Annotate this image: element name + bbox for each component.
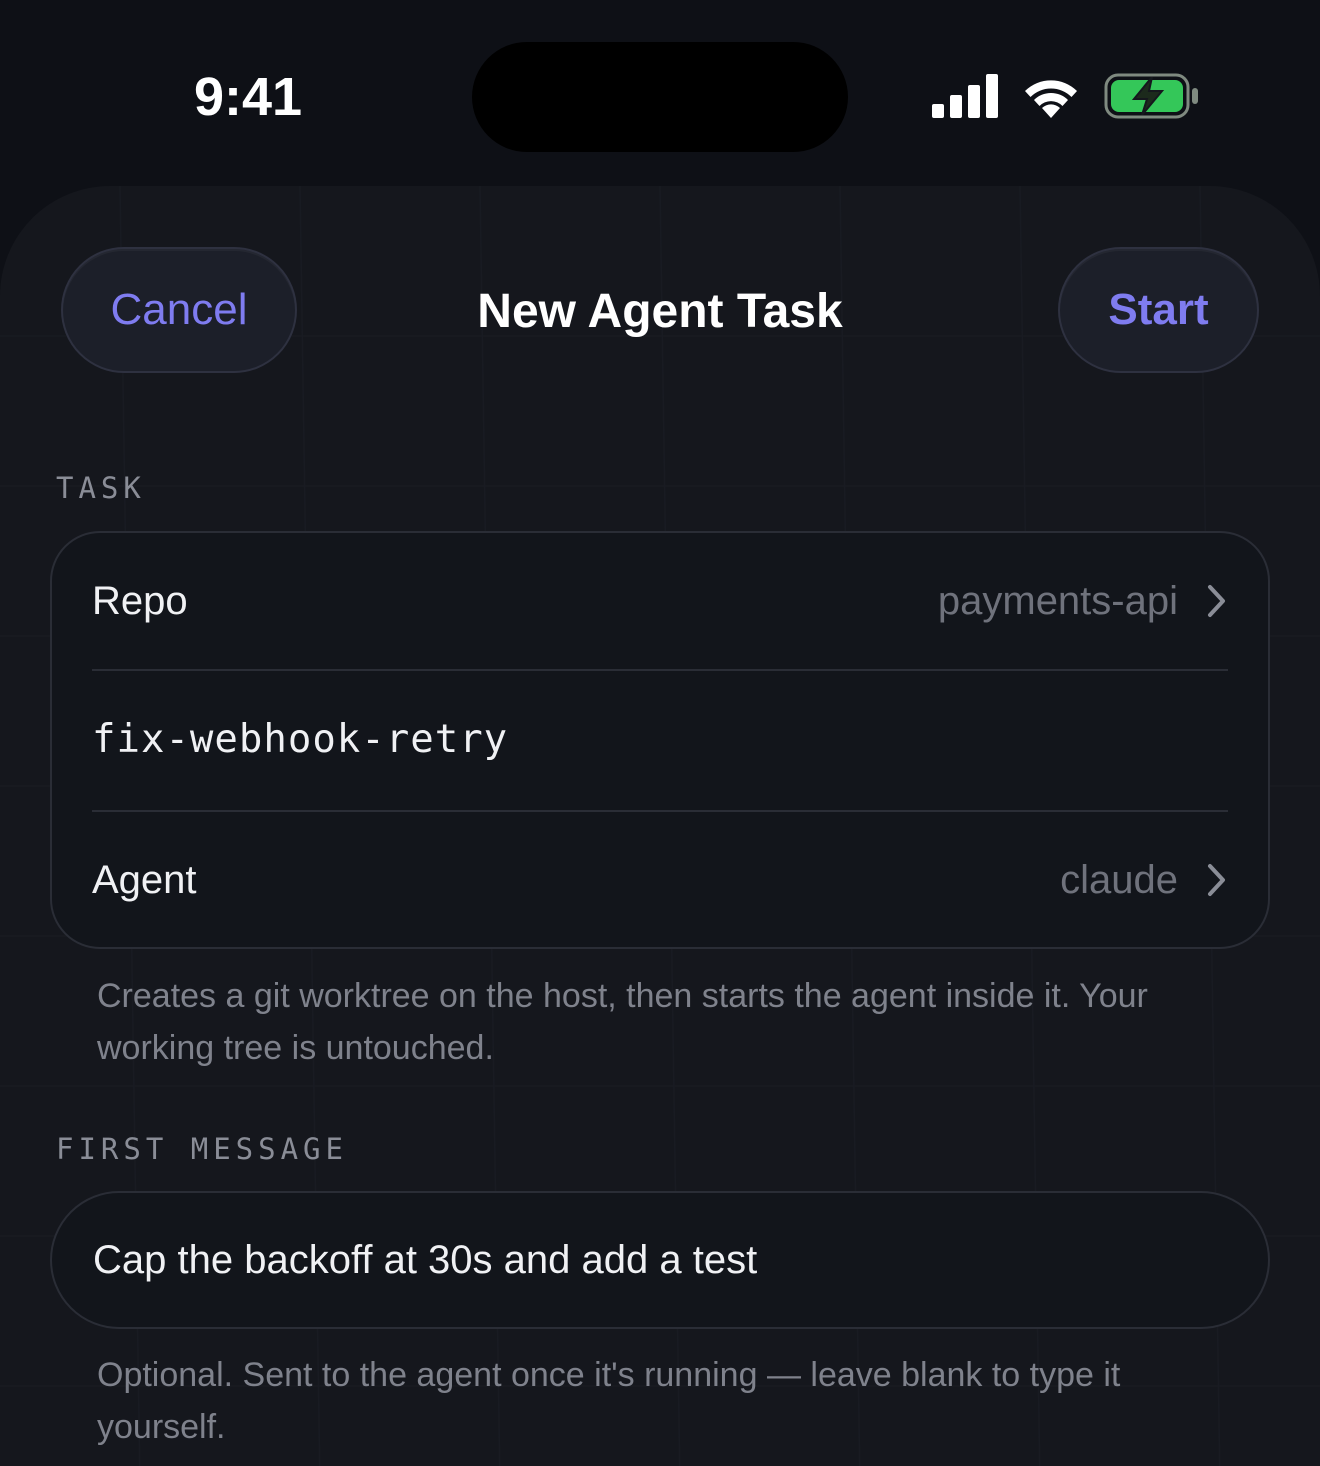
first-message-hint: Optional. Sent to the agent once it's ru… — [97, 1356, 1121, 1446]
screen: 9:41 Cancel New Agent Task Start TASK Re… — [0, 0, 1320, 1466]
task-section-label: TASK — [56, 471, 146, 505]
repo-row[interactable]: Repo payments-api — [92, 533, 1228, 669]
chevron-right-icon — [1208, 585, 1225, 617]
branch-name-field[interactable]: fix-webhook-retry — [92, 671, 1228, 807]
new-task-sheet: Cancel New Agent Task Start TASK Repo pa… — [0, 186, 1320, 1466]
status-icons — [932, 72, 1200, 120]
task-hint: Creates a git worktree on the host, then… — [97, 977, 1148, 1067]
first-message-section-label: FIRST MESSAGE — [56, 1132, 348, 1166]
repo-value: payments-api — [937, 578, 1178, 623]
first-message-input[interactable]: Cap the backoff at 30s and add a test — [50, 1191, 1270, 1329]
agent-label: Agent — [92, 857, 197, 902]
start-button[interactable]: Start — [1058, 247, 1259, 373]
branch-name-value: fix-webhook-retry — [92, 716, 509, 762]
agent-row[interactable]: Agent claude — [92, 812, 1228, 948]
agent-value: claude — [1060, 857, 1178, 902]
wifi-icon — [1025, 80, 1077, 118]
task-card: Repo payments-api fix-webhook-retry Agen… — [50, 531, 1270, 949]
repo-label: Repo — [92, 578, 188, 623]
status-bar: 9:41 — [0, 0, 1320, 190]
dynamic-island — [472, 42, 848, 152]
cellular-signal-icon — [932, 74, 998, 118]
chevron-right-icon — [1208, 864, 1225, 896]
status-time: 9:41 — [193, 67, 303, 127]
battery-charging-icon — [1104, 73, 1198, 119]
